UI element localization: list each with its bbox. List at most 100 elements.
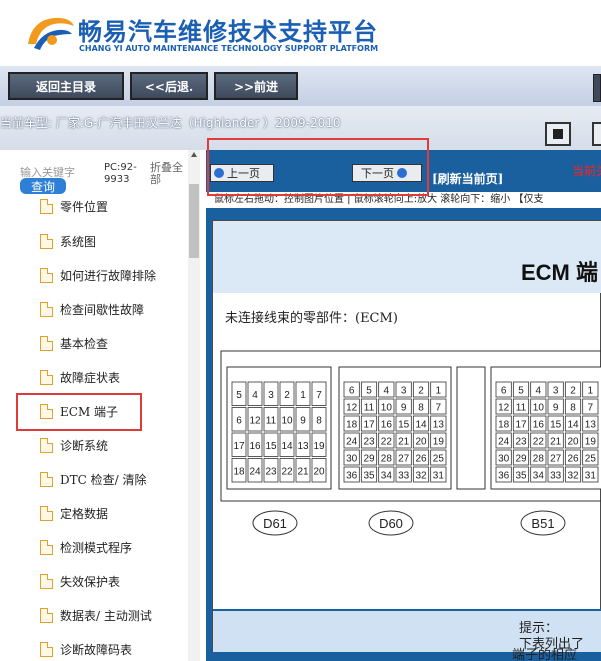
section-heading: 未连接线束的零部件：(ECM)	[225, 311, 398, 326]
connector-pin-label: 7	[316, 390, 322, 401]
current-page-label: 当前关	[572, 164, 601, 178]
connector-label: D61	[263, 516, 287, 531]
connector-pin-label: 29	[363, 454, 375, 465]
nav-overflow-button[interactable]	[593, 74, 601, 102]
document-icon	[40, 198, 53, 214]
connector-pin-label: 9	[553, 403, 559, 414]
connector-pin-label: 8	[316, 415, 322, 426]
home-button[interactable]: 返回主目录	[8, 72, 124, 100]
connector-pin-label: 2	[284, 390, 290, 401]
pc-code-label: PC:92-9933	[104, 162, 137, 185]
tree-item[interactable]: 检测模式程序	[40, 537, 132, 557]
tip-line-2: 端子的相应	[512, 648, 578, 661]
connector-pin-label: 32	[567, 471, 579, 482]
connector-pin-label: 10	[381, 403, 393, 414]
connector-pin-label: 33	[550, 471, 562, 482]
connector-pin-label: 7	[436, 403, 442, 414]
tree-item[interactable]: 系统图	[40, 231, 96, 251]
connector-pin-label: 10	[281, 415, 293, 426]
connector-diagram: 5 4 3 2 1 76 12 11 10 9 817 16 15 14 13 1918 24 23 22 21 20D…	[220, 350, 601, 536]
refresh-page-link[interactable]: [刷新当前页]	[432, 170, 503, 187]
connector-pin-label: 32	[415, 471, 427, 482]
app-subtitle: CHANG YI AUTO MAINTENANCE TECHNOLOGY SUP…	[79, 44, 379, 53]
connector-pin-label: 13	[585, 420, 597, 431]
connector-pin-label: 25	[433, 454, 445, 465]
connector-label: B51	[531, 516, 554, 531]
fullscreen-button[interactable]	[545, 122, 571, 146]
tree-item[interactable]: 定格数据	[40, 503, 108, 523]
connector-pin-label: 10	[533, 403, 545, 414]
document-icon	[40, 607, 53, 623]
connector-pin-label: 22	[533, 437, 545, 448]
document-icon	[40, 335, 53, 351]
connector-pin-label: 5	[366, 386, 372, 397]
connector-pin-label: 30	[498, 454, 510, 465]
connector-pin-label: 19	[313, 441, 325, 452]
connector-pin-label: 26	[567, 454, 579, 465]
document-frame: ECM 端 未连接线束的零部件：(ECM) 5 4 3 2 1 7 6 12 11 10 9 8 17 1…	[206, 208, 601, 661]
connector-pin-label: 17	[233, 441, 245, 452]
connector-pin-label: 23	[265, 466, 277, 477]
connector-pin-label: 35	[363, 471, 375, 482]
connector-pin-label: 13	[433, 420, 445, 431]
tree-item[interactable]: 如何进行故障排除	[40, 265, 156, 285]
connector-pin-label: 12	[249, 415, 261, 426]
document-title: ECM 端	[521, 260, 599, 285]
connector-pin-label: 21	[398, 437, 410, 448]
connector-pin-label: 9	[401, 403, 407, 414]
tree-item[interactable]: 诊断故障码表	[40, 639, 132, 659]
connector-pin-label: 24	[346, 437, 358, 448]
connector-pin-label: 22	[381, 437, 393, 448]
connector-pin-label: 4	[252, 390, 258, 401]
connector-pin-label: 31	[433, 471, 445, 482]
connector-pin-label: 20	[415, 437, 427, 448]
collapse-all-link[interactable]: 折叠全部	[150, 162, 186, 186]
tree-item[interactable]: 零件位置	[40, 196, 108, 216]
document-icon	[40, 505, 53, 521]
tree-item[interactable]: 基本检查	[40, 333, 108, 353]
tree-item[interactable]: 故障症状表	[40, 367, 120, 387]
connector-pin-label: 2	[570, 386, 576, 397]
connector-pin-label: 14	[281, 441, 293, 452]
document-icon	[40, 437, 53, 453]
connector-pin-label: 1	[436, 386, 442, 397]
scroll-thumb[interactable]	[189, 184, 199, 258]
tree-item[interactable]: 失效保护表	[40, 571, 120, 591]
forward-button[interactable]: >>前进	[214, 72, 298, 100]
app-title: 畅易汽车维修技术支持平台	[78, 18, 378, 46]
document-icon	[40, 301, 53, 317]
scroll-up-icon[interactable]	[191, 152, 197, 157]
connector-pin-label: 21	[297, 466, 309, 477]
connector-pin-label: 31	[585, 471, 597, 482]
connector-pin-label: 26	[415, 454, 427, 465]
connector-pin-label: 30	[346, 454, 358, 465]
connector-pin-label: 34	[381, 471, 393, 482]
connector-pin-label: 18	[346, 420, 358, 431]
tree-item[interactable]: 诊断系统	[40, 435, 108, 455]
connector-pin-label: 23	[363, 437, 375, 448]
connector-label: D60	[379, 516, 403, 531]
connector-pin-label: 1	[300, 390, 306, 401]
back-button[interactable]: <<后退.	[130, 72, 208, 100]
connector-pin-label: 24	[249, 466, 261, 477]
app-header: 畅易汽车维修技术支持平台 CHANG YI AUTO MAINTENANCE T…	[0, 0, 601, 66]
current-model-text: 当前车型: 厂家:G-广汽丰田汉兰达（Highlander ）2009-2010	[0, 116, 341, 130]
connector-pin-label: 35	[515, 471, 527, 482]
search-button[interactable]: 查询	[20, 178, 66, 194]
extra-button[interactable]	[592, 122, 601, 146]
document-page[interactable]: ECM 端 未连接线束的零部件：(ECM) 5 4 3 2 1 7 6 12 11 10 9 8 17 1…	[212, 220, 601, 652]
tree-item[interactable]: DTC 检查/ 清除	[40, 469, 146, 489]
square-icon	[553, 129, 563, 139]
connector-pin-label: 3	[401, 386, 407, 397]
nav-bar: 返回主目录 <<后退. >>前进	[0, 66, 601, 106]
tree-item[interactable]: 数据表/ 主动测试	[40, 605, 152, 625]
connector-pin-label: 6	[349, 386, 355, 397]
tree-item[interactable]: 检查间歇性故障	[40, 299, 144, 319]
connector-pin-label: 8	[570, 403, 576, 414]
highlight-ecm-item	[16, 393, 142, 431]
sidebar-scrollbar[interactable]	[188, 150, 200, 661]
connector-pin-label: 16	[381, 420, 393, 431]
search-row: 输入关键字 查询 PC:92-9933 折叠全部	[0, 150, 200, 198]
highlight-page-nav	[207, 138, 429, 196]
connector-pin-label: 11	[516, 403, 527, 414]
